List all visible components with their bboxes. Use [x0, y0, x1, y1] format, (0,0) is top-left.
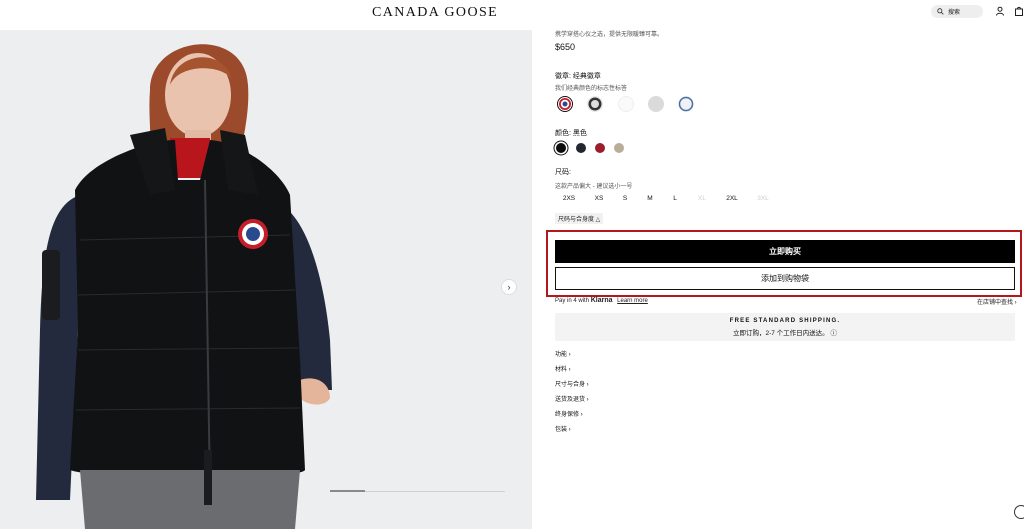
gallery-progress-fill: [330, 490, 365, 492]
badge-option-black[interactable]: [587, 96, 603, 112]
search-field[interactable]: 搜索: [931, 5, 983, 18]
vest-model-photo: [36, 44, 332, 529]
klarna-prefix: Pay in 4 with: [555, 298, 590, 304]
product-image[interactable]: ›: [0, 30, 532, 529]
klarna-learn-more-link[interactable]: Learn more: [617, 298, 648, 304]
shipping-title: FREE STANDARD SHIPPING.: [729, 318, 841, 324]
find-in-store-link[interactable]: 在店铺中查找 ›: [977, 297, 1017, 306]
classic-badge-icon: [559, 98, 571, 110]
next-image-button[interactable]: ›: [501, 279, 517, 295]
search-icon: [937, 8, 944, 15]
accordion-materials[interactable]: 材料 ›: [555, 364, 571, 373]
badge-option-white[interactable]: [618, 96, 634, 112]
size-option-2xs[interactable]: 2XS: [559, 195, 579, 202]
search-label: 搜索: [948, 10, 961, 16]
add-to-bag-button[interactable]: 添加到购物袋: [555, 267, 1015, 290]
shipping-banner: FREE STANDARD SHIPPING. 立即订购，2-7 个工作日内送达…: [555, 313, 1015, 341]
accordion-packaging[interactable]: 包装 ›: [555, 424, 571, 433]
buy-now-button[interactable]: 立即购买: [555, 240, 1015, 263]
black-badge-icon: [588, 97, 602, 111]
badge-option-blue[interactable]: [678, 96, 694, 112]
account-icon[interactable]: [995, 6, 1005, 16]
shopping-bag-icon[interactable]: [1014, 6, 1024, 16]
badge-option-grey[interactable]: [648, 96, 664, 112]
color-swatch-navy[interactable]: [576, 143, 586, 153]
accordion-size-fit[interactable]: 尺寸与合身 ›: [555, 379, 589, 388]
badge-sublabel: 我们经典颜色的标志性标答: [555, 86, 628, 92]
brand-logo[interactable]: CANADA GOOSE: [372, 5, 498, 21]
size-option-3xl: 3XL: [757, 195, 769, 202]
size-option-2xl[interactable]: 2XL: [722, 195, 742, 202]
size-option-s[interactable]: S: [615, 195, 635, 202]
color-swatch-black[interactable]: [556, 143, 566, 153]
badge-label: 徽章: 经典徽章: [555, 73, 601, 80]
site-header: CANADA GOOSE 搜索: [0, 0, 1024, 30]
accordion-lifetime-warranty[interactable]: 终身保修 ›: [555, 409, 583, 418]
size-fit-note: 这款产品偏大 - 建议选小一号: [555, 184, 633, 190]
size-option-m[interactable]: M: [640, 195, 660, 202]
color-swatch-beige[interactable]: [614, 143, 624, 153]
product-price: $650: [555, 42, 576, 52]
size-option-xs[interactable]: XS: [589, 195, 609, 202]
size-guide-link[interactable]: 尺码与合身度 △: [555, 213, 604, 224]
badge-option-classic[interactable]: [557, 96, 573, 112]
chat-bubble-icon[interactable]: [1014, 505, 1024, 519]
color-swatch-red[interactable]: [595, 143, 605, 153]
shipping-subtitle: 立即订购，2-7 个工作日内送达。 ⓘ: [732, 330, 837, 337]
blue-badge-icon: [678, 96, 694, 112]
accordion-features[interactable]: 功能 ›: [555, 349, 571, 358]
size-label: 尺码:: [555, 169, 571, 176]
color-label: 颜色: 黑色: [555, 130, 587, 137]
size-option-xl: XL: [698, 195, 706, 202]
accordion-shipping-returns[interactable]: 送货及退货 ›: [555, 394, 589, 403]
product-description: 携学穿搭心仪之选，提供无限暖臻可靠。: [555, 32, 664, 38]
klarna-logo: Klarna: [590, 297, 613, 304]
klarna-payment-note: Pay in 4 with Klarna Learn more: [555, 297, 648, 304]
size-option-l[interactable]: L: [665, 195, 685, 202]
